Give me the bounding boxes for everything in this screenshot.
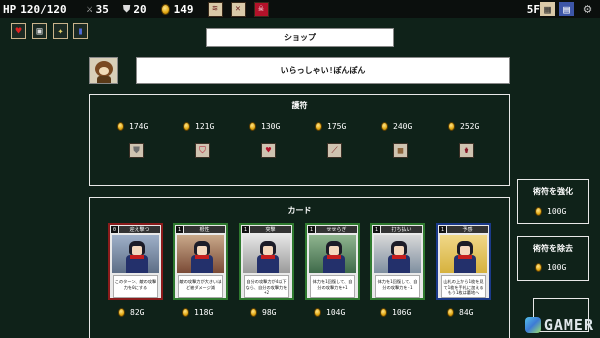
card-art [374,235,421,273]
shop-card[interactable]: 1 根性 敵の攻撃力が大きいほど被ダメージ減 [173,223,228,300]
shop-card[interactable]: 0 迎え撃つ このターン、敵の攻撃力を0にする [108,223,163,300]
card-name: 打ち払い [381,226,422,233]
card-description: 体力を1回復して、自分の攻撃力を+1 [310,275,355,298]
coin-icon [250,308,257,317]
map-icon[interactable]: ▦ [540,2,555,16]
hp-label: HP [3,2,17,16]
card-name: 根性 [184,226,225,233]
gold-stat: 149 [160,2,194,16]
card-name: 予感 [447,226,488,233]
shop-card[interactable]: 1 せせらぎ 体力を1回復して、自分の攻撃力を+1 [305,223,360,300]
heart-shield-charm-icon[interactable]: ⛉ [195,143,210,158]
card-cost: 1 [242,226,249,233]
card-cost: 1 [308,226,315,233]
cards-title: カード [287,206,312,215]
hp-value: 120/120 [20,2,67,16]
coin-icon [160,3,170,15]
floor-indicator: 5F [526,3,540,16]
coin-icon [535,263,542,272]
charm-price[interactable]: 121G [183,122,214,131]
card-art [112,235,159,273]
gamer-logo-icon [524,317,541,333]
card-price[interactable]: 84G [447,308,473,317]
card-cost: 1 [176,226,183,233]
sword-icon: ⚔ [86,3,93,15]
card-cost: 0 [111,226,118,233]
card-name: 迎え撃つ [119,226,160,233]
card-price[interactable]: 106G [380,308,411,317]
skull-relic-icon[interactable]: ☠ [253,1,269,17]
upgrade-price: 100G [535,207,566,216]
shop-title: ショップ [206,28,394,47]
scroll-relic-icon[interactable]: ≋ [207,1,223,17]
charms-title: 護符 [291,101,308,110]
card-description: 体力を1回復して、自分の攻撃力を-1 [375,275,420,298]
deck-icon[interactable]: ▤ [559,2,574,16]
card-cost: 1 [439,226,446,233]
status-bar: HP 120/120 ⚔ 35 ⛊ 20 149 ≋ ✕ ☠ [0,0,600,18]
defense-value: 20 [133,2,147,16]
upgrade-label: 術符を強化 [533,187,573,196]
sword-charm-icon[interactable]: ⟋ [327,143,342,158]
potion-charm-icon[interactable]: ⚱ [459,143,474,158]
card-art [177,235,224,273]
card-price[interactable]: 98G [250,308,276,317]
merchant-portrait [89,57,118,84]
card-art [309,235,356,273]
coin-icon [183,122,190,131]
heart-charm-icon[interactable]: ♥ [261,143,276,158]
lock-relic-icon[interactable]: ▣ [32,23,47,39]
scroll-charm-icon[interactable]: ▦ [393,143,408,158]
card-price[interactable]: 82G [118,308,144,317]
card-name: せせらぎ [316,226,357,233]
charm-price[interactable]: 240G [381,122,412,131]
shop-card[interactable]: 1 予感 山札の上から1枚を見て1枚を手札に加えるもう1枚は墓地へ [436,223,491,300]
charm-price[interactable]: 175G [315,122,346,131]
shop-card[interactable]: 1 突撃 自分の攻撃力が4以下なら、自分の攻撃力を+2 [239,223,294,300]
shop-card[interactable]: 1 打ち払い 体力を1回復して、自分の攻撃力を-1 [370,223,425,300]
card-cost: 1 [373,226,380,233]
charm-price[interactable]: 174G [117,122,148,131]
coin-icon [535,207,542,216]
charm-price[interactable]: 252G [448,122,479,131]
coin-icon [314,308,321,317]
heart-relic-icon[interactable]: ♥ [11,23,26,39]
gear-icon[interactable]: ⚙ [580,2,595,17]
shield-charm-icon[interactable]: ⛊ [129,143,144,158]
book-relic-icon[interactable]: ▮ [73,23,88,39]
card-description: 自分の攻撃力が4以下なら、自分の攻撃力を+2 [244,275,289,298]
card-art [440,235,487,273]
star-relic-icon[interactable]: ✦ [53,23,68,39]
attack-value: 35 [95,2,109,16]
coin-icon [118,308,125,317]
coin-icon [315,122,322,131]
coin-icon [380,308,387,317]
attack-stat: ⚔ 35 [87,3,109,16]
coin-icon [117,122,124,131]
card-price[interactable]: 118G [182,308,213,317]
coin-icon [249,122,256,131]
card-price[interactable]: 104G [314,308,345,317]
card-description: 山札の上から1枚を見て1枚を手札に加えるもう1枚は墓地へ [441,275,486,298]
remove-price: 100G [535,263,566,272]
coin-icon [448,122,455,131]
coin-icon [381,122,388,131]
charm-price[interactable]: 130G [249,122,280,131]
defense-stat: ⛊ 20 [123,3,147,16]
card-description: 敵の攻撃力が大きいほど被ダメージ減 [178,275,223,298]
gamer-watermark: GAMER [524,316,594,334]
gold-value: 149 [173,2,194,16]
card-description: このターン、敵の攻撃力を0にする [113,275,158,298]
merchant-greeting: いらっしゃい!ぽんぽん [136,57,510,84]
card-name: 突撃 [250,226,291,233]
crossed-swords-relic-icon[interactable]: ✕ [230,1,246,17]
coin-icon [182,308,189,317]
remove-label: 術符を除去 [533,244,573,253]
card-art [243,235,290,273]
shield-icon: ⛊ [122,3,131,15]
hp-stat: HP 120/120 [3,3,67,16]
coin-icon [447,308,454,317]
